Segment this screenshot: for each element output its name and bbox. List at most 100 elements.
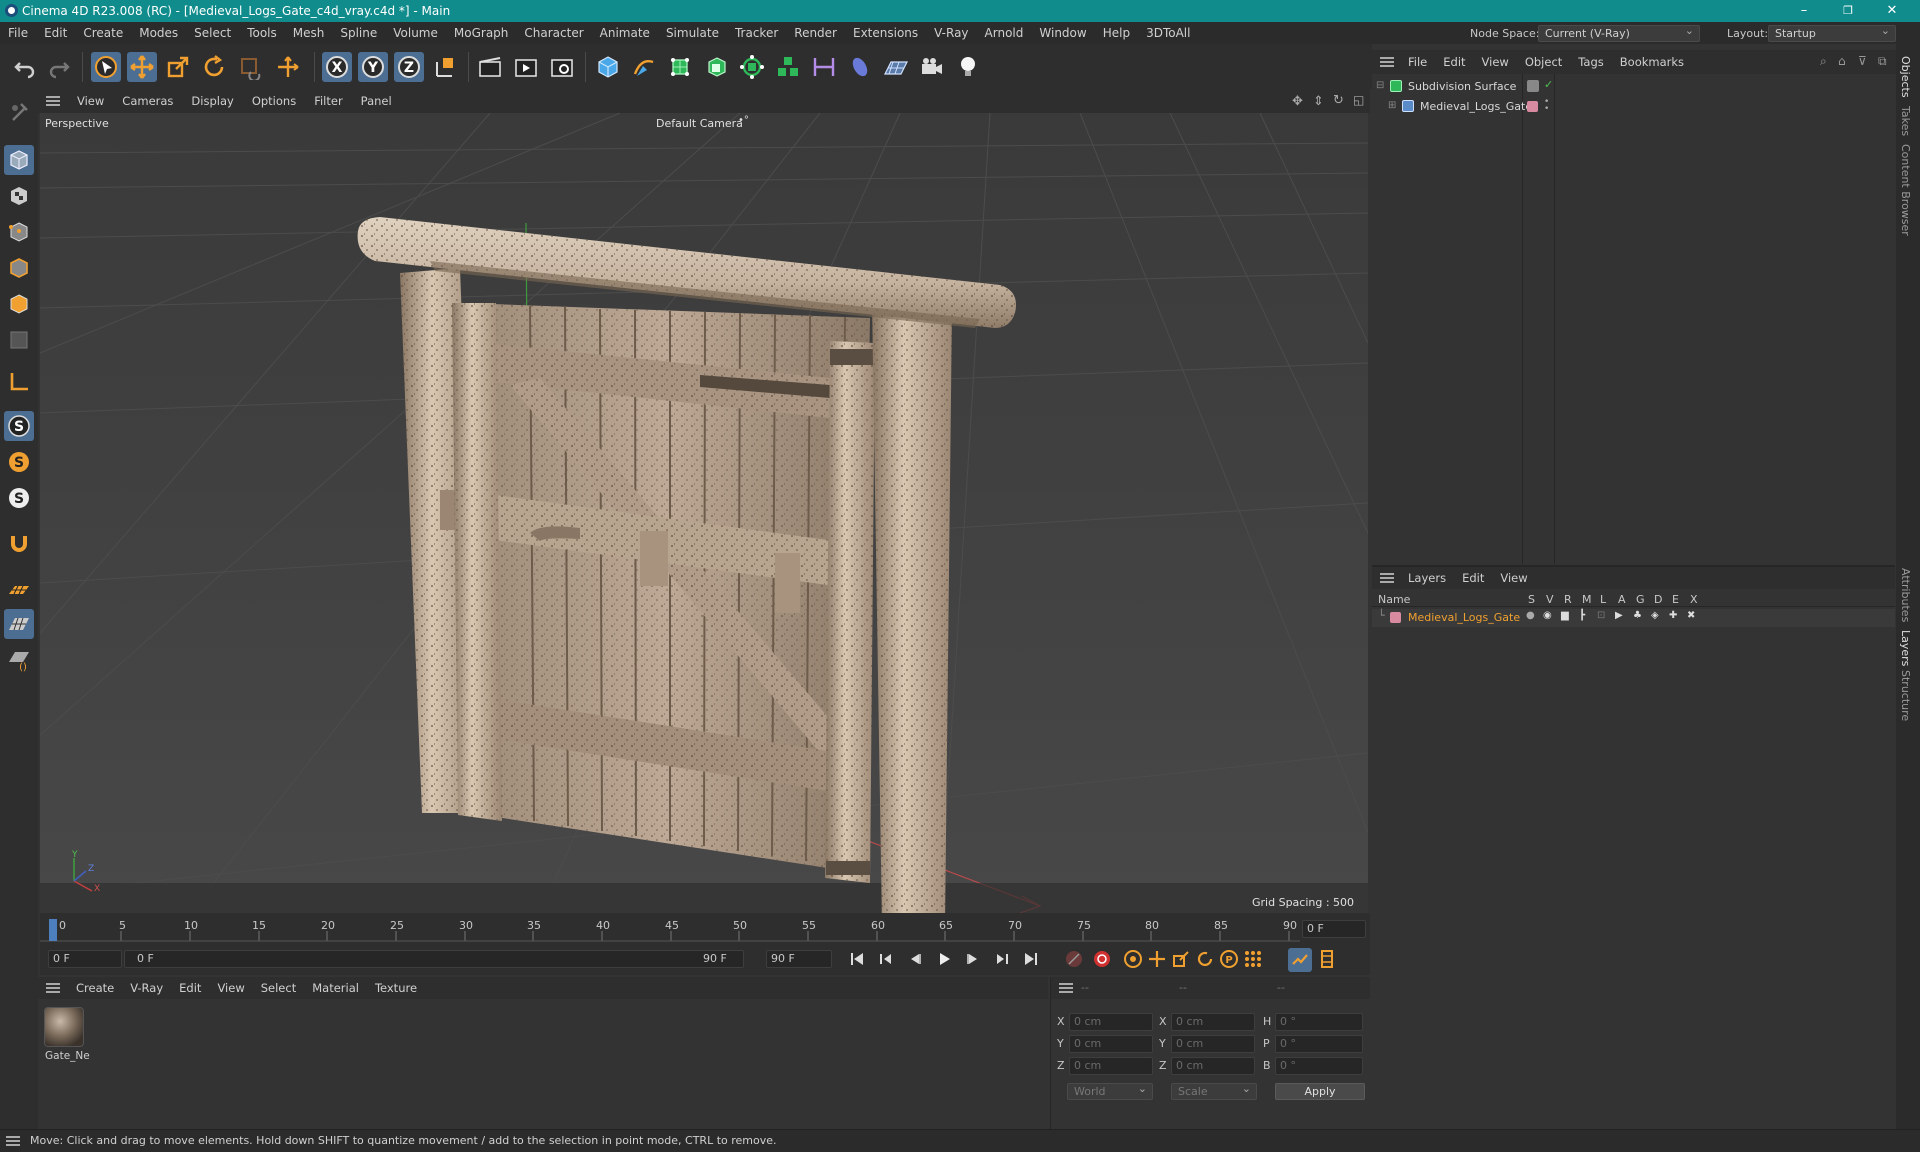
- menu-3dtoall[interactable]: 3DToAll: [1138, 26, 1198, 40]
- minimize-button[interactable]: –: [1782, 0, 1826, 22]
- search-icon[interactable]: ⌕: [1820, 54, 1827, 69]
- pan-view-icon[interactable]: ✥: [1292, 94, 1303, 109]
- layer-deformer-icon[interactable]: ◈: [1651, 610, 1659, 621]
- menu-character[interactable]: Character: [516, 26, 591, 40]
- uv-mode-button[interactable]: [4, 325, 34, 355]
- texture-mode-button[interactable]: [4, 181, 34, 211]
- recent-tool-button[interactable]: [235, 52, 265, 82]
- object-menu-file[interactable]: File: [1400, 55, 1435, 69]
- render-to-picture-viewer-button[interactable]: [511, 52, 541, 82]
- object-menu-bookmarks[interactable]: Bookmarks: [1612, 55, 1692, 69]
- extrude-button[interactable]: [701, 52, 731, 82]
- field-button[interactable]: [845, 52, 875, 82]
- tab-attributes[interactable]: Attributes: [1899, 568, 1912, 622]
- timeline-ruler[interactable]: 0 5 10 15 20 25 30 35 40 45 50 55 60 65 …: [40, 913, 1370, 943]
- key-position-button[interactable]: [1146, 948, 1168, 970]
- layer-col-view[interactable]: V: [1546, 593, 1554, 606]
- viewport-menu-panel[interactable]: Panel: [352, 94, 401, 108]
- menu-modes[interactable]: Modes: [131, 26, 186, 40]
- layer-menu-edit[interactable]: Edit: [1454, 571, 1492, 585]
- menu-file[interactable]: File: [0, 26, 36, 40]
- y-axis-lock-button[interactable]: Y: [358, 52, 388, 82]
- rotate-view-icon[interactable]: ↻: [1333, 93, 1344, 108]
- key-scale-button[interactable]: [1170, 948, 1192, 970]
- planar-workplane-button[interactable]: [4, 609, 34, 639]
- x-axis-lock-button[interactable]: X: [322, 52, 352, 82]
- material-menu-view[interactable]: View: [209, 981, 252, 995]
- material-item[interactable]: Gate_Ne: [42, 1005, 90, 1063]
- menu-window[interactable]: Window: [1031, 26, 1094, 40]
- object-row-subdivision-surface[interactable]: ⊟ Subdivision Surface ✓: [1372, 78, 1895, 96]
- restore-button[interactable]: ❐: [1826, 0, 1870, 22]
- apply-button[interactable]: Apply: [1275, 1083, 1365, 1100]
- layer-col-solo[interactable]: S: [1528, 593, 1535, 606]
- array-button[interactable]: [773, 52, 803, 82]
- live-selection-button[interactable]: [273, 52, 303, 82]
- edges-mode-button[interactable]: [4, 253, 34, 283]
- cube-object-button[interactable]: [593, 52, 623, 82]
- close-button[interactable]: ✕: [1870, 0, 1914, 22]
- menu-help[interactable]: Help: [1095, 26, 1138, 40]
- material-menu-create[interactable]: Create: [68, 981, 122, 995]
- play-button[interactable]: [933, 948, 955, 970]
- layer-col-xref[interactable]: X: [1690, 593, 1698, 606]
- material-menu-edit[interactable]: Edit: [171, 981, 209, 995]
- layer-lock-icon[interactable]: ⊡: [1597, 610, 1605, 621]
- status-menu-icon[interactable]: [6, 1136, 20, 1146]
- menu-mesh[interactable]: Mesh: [285, 26, 333, 40]
- make-editable-button[interactable]: [4, 97, 34, 127]
- tab-layers[interactable]: Layers: [1899, 630, 1912, 666]
- size-x-field[interactable]: 0 cm: [1171, 1013, 1255, 1031]
- axis-mode-button[interactable]: [4, 367, 34, 397]
- start-frame-field[interactable]: 0 F: [48, 950, 122, 968]
- maximize-view-icon[interactable]: ◱: [1353, 93, 1364, 107]
- menu-simulate[interactable]: Simulate: [658, 26, 727, 40]
- object-manager-menu-icon[interactable]: [1380, 57, 1394, 67]
- material-menu-select[interactable]: Select: [253, 981, 304, 995]
- material-menu-icon[interactable]: [46, 983, 60, 993]
- node-space-select[interactable]: Current (V-Ray): [1538, 23, 1700, 42]
- layer-col-animation[interactable]: A: [1618, 593, 1626, 606]
- deformer-button[interactable]: [809, 52, 839, 82]
- tab-objects[interactable]: Objects: [1899, 56, 1912, 98]
- size-z-field[interactable]: 0 cm: [1171, 1057, 1255, 1075]
- menu-extensions[interactable]: Extensions: [845, 26, 926, 40]
- layer-col-deformers[interactable]: D: [1654, 593, 1662, 606]
- menu-create[interactable]: Create: [75, 26, 131, 40]
- object-menu-edit[interactable]: Edit: [1435, 55, 1473, 69]
- menu-edit[interactable]: Edit: [36, 26, 75, 40]
- viewport-menu-filter[interactable]: Filter: [305, 94, 351, 108]
- auto-keying-button[interactable]: [1091, 948, 1113, 970]
- rotation-h-field[interactable]: 0 °: [1275, 1013, 1363, 1031]
- menu-spline[interactable]: Spline: [332, 26, 385, 40]
- frame-range-slider[interactable]: 0 F 90 F: [124, 950, 744, 968]
- viewport-menu-view[interactable]: View: [68, 94, 113, 108]
- model-mode-button[interactable]: [4, 145, 34, 175]
- menu-volume[interactable]: Volume: [385, 26, 446, 40]
- next-frame-button[interactable]: [962, 948, 984, 970]
- camera-button[interactable]: [917, 52, 947, 82]
- object-menu-tags[interactable]: Tags: [1570, 55, 1611, 69]
- menu-vray[interactable]: V-Ray: [926, 26, 976, 40]
- viewport-menu-options[interactable]: Options: [243, 94, 305, 108]
- tab-structure[interactable]: Structure: [1899, 670, 1912, 721]
- subdivision-surface-button[interactable]: [665, 52, 695, 82]
- viewport-menu-display[interactable]: Display: [182, 94, 242, 108]
- visibility-dots-icon[interactable]: • •: [1544, 98, 1549, 114]
- layer-eye-icon[interactable]: ◉: [1543, 610, 1552, 621]
- new-window-icon[interactable]: ⧉: [1878, 54, 1887, 69]
- layer-generator-icon[interactable]: ♣: [1633, 610, 1642, 621]
- render-view-button[interactable]: [475, 52, 505, 82]
- points-mode-button[interactable]: [4, 217, 34, 247]
- go-to-end-button[interactable]: [1020, 948, 1042, 970]
- menu-render[interactable]: Render: [786, 26, 845, 40]
- layer-manager-menu-icon[interactable]: [1380, 573, 1394, 583]
- coordinate-system-select[interactable]: World: [1067, 1081, 1153, 1100]
- enabled-check-icon[interactable]: ✓: [1544, 78, 1553, 91]
- render-settings-button[interactable]: [547, 52, 577, 82]
- coordinates-menu-icon[interactable]: [1059, 983, 1073, 993]
- scale-tool-button[interactable]: [163, 52, 193, 82]
- material-menu-material[interactable]: Material: [304, 981, 367, 995]
- symmetry-button[interactable]: S: [4, 483, 34, 513]
- rotation-b-field[interactable]: 0 °: [1275, 1057, 1363, 1075]
